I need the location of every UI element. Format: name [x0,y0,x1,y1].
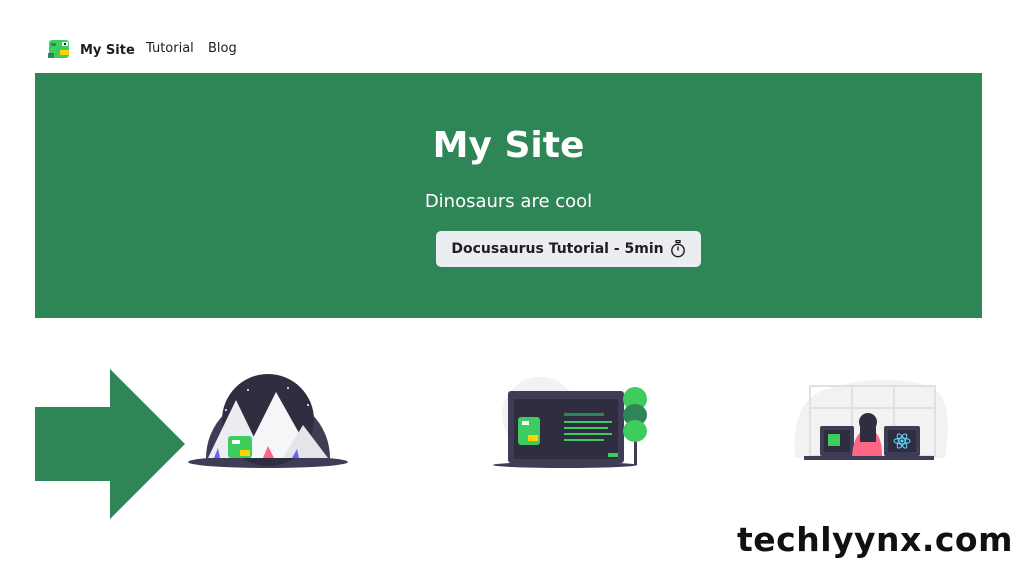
react-desk-illustration [794,379,948,460]
hero-title: My Site [432,125,585,166]
navbar-brand[interactable]: My Site [48,38,135,62]
nav-link-tutorial[interactable]: Tutorial [146,41,194,56]
watermark: techlyynx.com [737,520,1013,559]
nav-link-blog[interactable]: Blog [208,41,237,56]
mountain-illustration [188,374,348,468]
dinosaur-logo-icon [48,40,69,58]
tree-screen-illustration [493,377,647,468]
tutorial-button[interactable]: Docusaurus Tutorial - 5min [436,231,701,267]
tutorial-button-label: Docusaurus Tutorial - 5min [451,241,664,257]
hero-subtitle: Dinosaurs are cool [424,191,593,212]
timer-icon [670,240,685,258]
navbar-title: My Site [80,42,135,58]
right-arrow-icon [35,369,185,519]
hero-banner: My Site Dinosaurs are cool Docusaurus Tu… [35,73,982,318]
navbar: My Site Tutorial Blog [0,0,1024,72]
